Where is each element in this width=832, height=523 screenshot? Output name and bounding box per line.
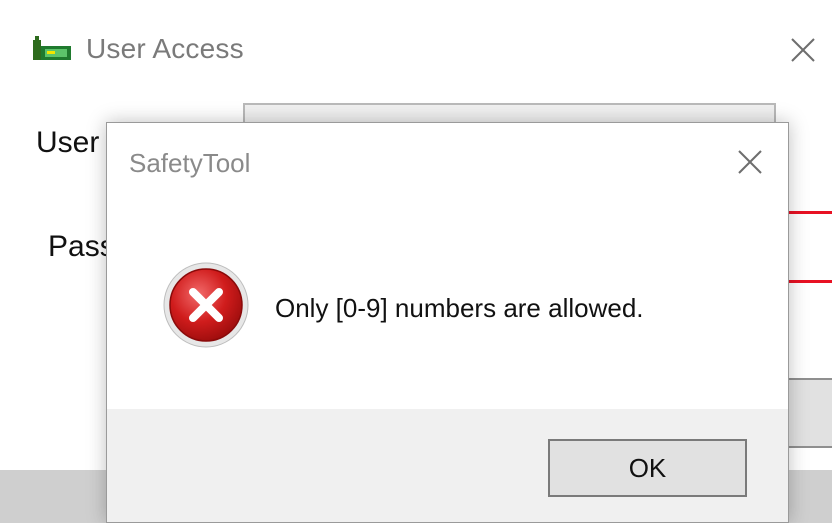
dialog-close-icon[interactable] (733, 145, 767, 179)
screen: User Access User Pass el SafetyTool (0, 0, 832, 523)
dialog-message: Only [0-9] numbers are allowed. (275, 293, 644, 323)
dialog-title: SafetyTool (129, 148, 251, 178)
password-label: Pass (48, 230, 115, 263)
ok-button[interactable]: OK (548, 439, 747, 497)
user-label: User (36, 126, 100, 159)
close-icon[interactable] (786, 33, 820, 67)
safetytool-dialog: SafetyTool Only [0-9] numbers are allowe… (106, 122, 789, 523)
window-title: User Access (86, 33, 244, 64)
error-icon (162, 261, 250, 349)
user-access-titlebar: User Access (0, 0, 832, 100)
app-icon (33, 36, 73, 62)
dialog-footer: OK (107, 409, 788, 522)
